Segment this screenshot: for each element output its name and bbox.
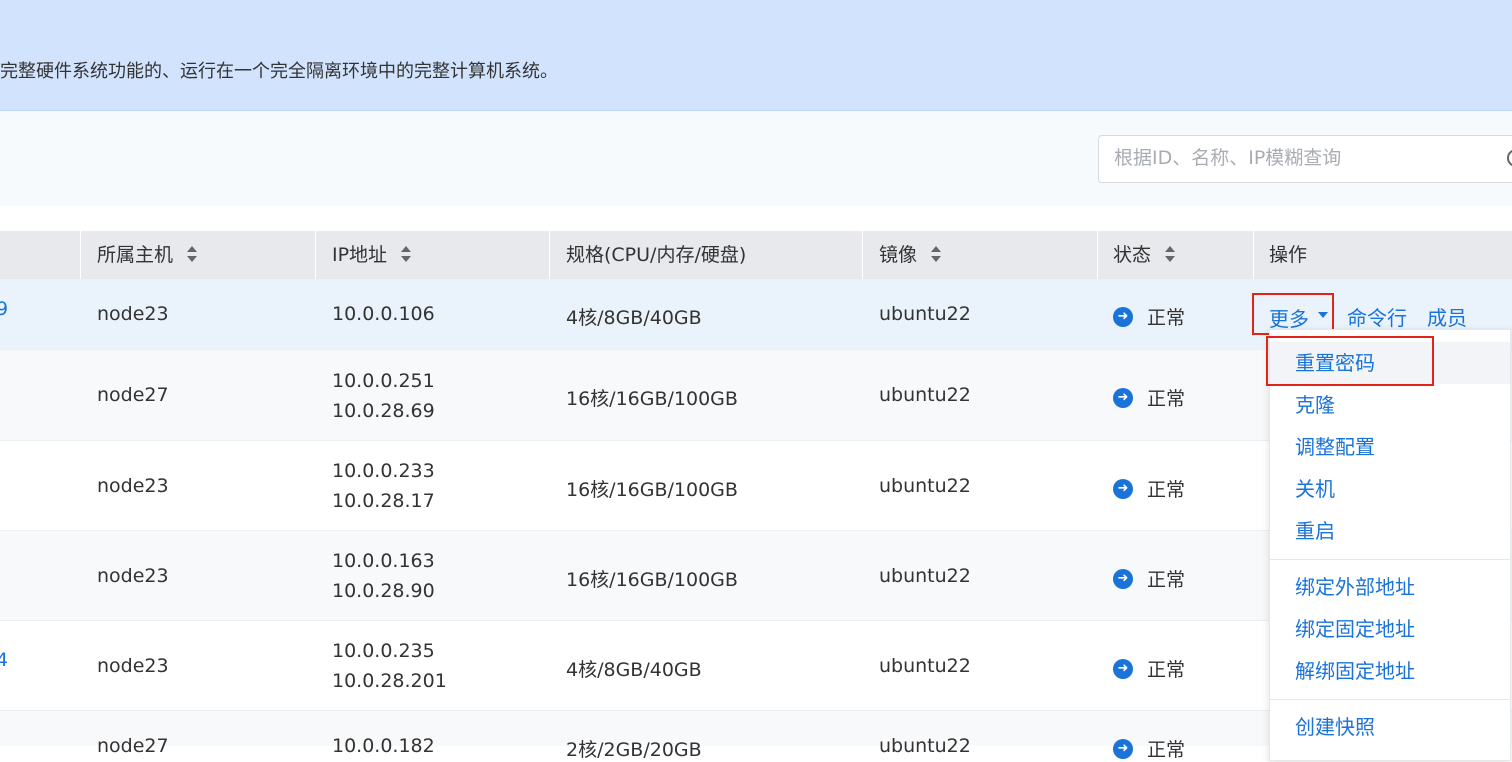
image-cell: ubuntu22 bbox=[879, 735, 971, 757]
status-cell: ➜ 正常 bbox=[1113, 565, 1185, 592]
sort-icon[interactable] bbox=[187, 245, 198, 263]
spec-cell: 4核/8GB/40GB bbox=[566, 659, 702, 681]
ip-primary: 10.0.0.233 bbox=[332, 460, 435, 482]
status-cell: ➜ 正常 bbox=[1113, 303, 1185, 330]
more-actions-menu: 重置密码 克隆 调整配置 关机 重启 绑定外部地址 绑定固定地址 解绑固定地址 … bbox=[1269, 329, 1511, 761]
menu-item-resize[interactable]: 调整配置 bbox=[1270, 426, 1510, 468]
column-divider[interactable] bbox=[315, 231, 316, 279]
menu-item-clone[interactable]: 克隆 bbox=[1270, 384, 1510, 426]
ip-cell: 10.0.0.235 10.0.28.201 bbox=[332, 636, 447, 696]
arrow-right-circle-icon: ➜ bbox=[1113, 658, 1133, 679]
status-cell: ➜ 正常 bbox=[1113, 735, 1185, 762]
menu-item-reboot[interactable]: 重启 bbox=[1270, 510, 1510, 552]
spec-cell: 16核/16GB/100GB bbox=[566, 569, 738, 591]
menu-item-unbind-fixed-ip[interactable]: 解绑固定地址 bbox=[1270, 650, 1510, 692]
host-cell: node23 bbox=[97, 303, 169, 325]
column-divider[interactable] bbox=[862, 231, 863, 279]
column-divider[interactable] bbox=[80, 231, 81, 279]
spec-cell: 2核/2GB/20GB bbox=[566, 739, 702, 761]
banner-text: 完整硬件系统功能的、运行在一个完全隔离环境中的完整计算机系统。 bbox=[0, 61, 558, 82]
ip-cell: 10.0.0.163 10.0.28.90 bbox=[332, 546, 435, 606]
arrow-right-circle-icon: ➜ bbox=[1113, 478, 1133, 499]
menu-divider bbox=[1270, 559, 1510, 560]
header-ops: 操作 bbox=[1269, 231, 1307, 279]
host-cell: node23 bbox=[97, 565, 169, 587]
status-label: 正常 bbox=[1147, 569, 1186, 591]
image-cell: ubuntu22 bbox=[879, 655, 971, 677]
column-divider[interactable] bbox=[1097, 231, 1098, 279]
header-ip[interactable]: IP地址 bbox=[332, 231, 412, 279]
header-ops-label: 操作 bbox=[1269, 244, 1308, 266]
menu-divider bbox=[1270, 699, 1510, 700]
menu-item-bind-fixed-ip[interactable]: 绑定固定地址 bbox=[1270, 608, 1510, 650]
status-label: 正常 bbox=[1147, 739, 1186, 761]
ip-secondary: 10.0.28.201 bbox=[332, 670, 447, 692]
header-ip-label: IP地址 bbox=[332, 244, 388, 266]
instance-id-link[interactable]: 4 bbox=[0, 649, 8, 671]
menu-item-create-snapshot[interactable]: 创建快照 bbox=[1270, 706, 1510, 748]
column-divider[interactable] bbox=[1253, 231, 1254, 279]
ip-cell: 10.0.0.182 bbox=[332, 735, 435, 757]
status-cell: ➜ 正常 bbox=[1113, 655, 1185, 682]
ip-cell: 10.0.0.251 10.0.28.69 bbox=[332, 366, 435, 426]
host-cell: node23 bbox=[97, 655, 169, 677]
ip-secondary: 10.0.28.69 bbox=[332, 400, 435, 422]
host-cell: node27 bbox=[97, 384, 169, 406]
image-cell: ubuntu22 bbox=[879, 384, 971, 406]
ip-cell: 10.0.0.233 10.0.28.17 bbox=[332, 456, 435, 516]
image-cell: ubuntu22 bbox=[879, 303, 971, 325]
ip-primary: 10.0.0.235 bbox=[332, 640, 435, 662]
sort-icon[interactable] bbox=[401, 245, 412, 263]
status-label: 正常 bbox=[1147, 388, 1186, 410]
header-spec-label: 规格(CPU/内存/硬盘) bbox=[566, 244, 747, 266]
host-cell: node27 bbox=[97, 735, 169, 757]
status-label: 正常 bbox=[1147, 307, 1186, 329]
spec-cell: 4核/8GB/40GB bbox=[566, 307, 702, 329]
search-icon[interactable] bbox=[1507, 149, 1512, 167]
arrow-right-circle-icon: ➜ bbox=[1113, 387, 1133, 408]
ip-primary: 10.0.0.251 bbox=[332, 370, 435, 392]
terminal-link[interactable]: 命令行 bbox=[1347, 302, 1407, 331]
header-spec: 规格(CPU/内存/硬盘) bbox=[566, 231, 746, 279]
status-label: 正常 bbox=[1147, 479, 1186, 501]
header-host-label: 所属主机 bbox=[97, 244, 174, 266]
instance-id-link[interactable]: 9 bbox=[0, 298, 8, 320]
caret-down-icon bbox=[1318, 312, 1328, 318]
more-label: 更多 bbox=[1269, 307, 1309, 331]
search-box[interactable] bbox=[1098, 135, 1512, 183]
arrow-right-circle-icon: ➜ bbox=[1113, 306, 1133, 327]
status-label: 正常 bbox=[1147, 659, 1186, 681]
ip-secondary: 10.0.28.17 bbox=[332, 490, 435, 512]
header-status[interactable]: 状态 bbox=[1113, 231, 1176, 279]
spec-cell: 16核/16GB/100GB bbox=[566, 388, 738, 410]
column-divider[interactable] bbox=[549, 231, 550, 279]
info-banner: 完整硬件系统功能的、运行在一个完全隔离环境中的完整计算机系统。 bbox=[0, 0, 1512, 111]
image-cell: ubuntu22 bbox=[879, 565, 971, 587]
ip-primary: 10.0.0.163 bbox=[332, 550, 435, 572]
menu-item-bind-external-ip[interactable]: 绑定外部地址 bbox=[1270, 566, 1510, 608]
header-status-label: 状态 bbox=[1113, 244, 1152, 266]
menu-item-shutdown[interactable]: 关机 bbox=[1270, 468, 1510, 510]
arrow-right-circle-icon: ➜ bbox=[1113, 738, 1133, 759]
spec-cell: 16核/16GB/100GB bbox=[566, 479, 738, 501]
sort-icon[interactable] bbox=[931, 245, 942, 263]
status-cell: ➜ 正常 bbox=[1113, 475, 1185, 502]
host-cell: node23 bbox=[97, 475, 169, 497]
header-image[interactable]: 镜像 bbox=[879, 231, 942, 279]
members-link[interactable]: 成员 bbox=[1427, 302, 1467, 331]
search-input[interactable] bbox=[1099, 136, 1504, 180]
highlight-box bbox=[1266, 336, 1434, 386]
table-header: 所属主机 IP地址 规格(CPU/内存/硬盘) 镜像 状态 操作 bbox=[0, 231, 1512, 279]
status-cell: ➜ 正常 bbox=[1113, 384, 1185, 411]
ip-secondary: 10.0.28.90 bbox=[332, 580, 435, 602]
arrow-right-circle-icon: ➜ bbox=[1113, 568, 1133, 589]
header-host[interactable]: 所属主机 bbox=[97, 231, 198, 279]
image-cell: ubuntu22 bbox=[879, 475, 971, 497]
sort-icon[interactable] bbox=[1165, 245, 1176, 263]
ip-cell: 10.0.0.106 bbox=[332, 303, 435, 325]
header-image-label: 镜像 bbox=[879, 244, 918, 266]
